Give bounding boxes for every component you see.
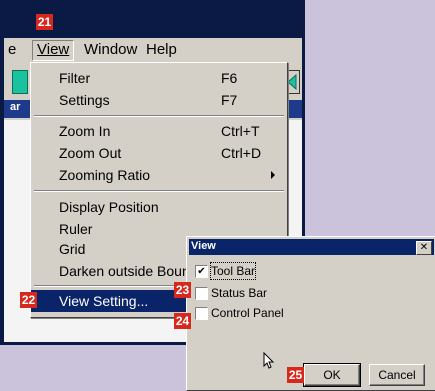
menu-item-zoom-out-label: Zoom Out xyxy=(59,145,122,161)
menu-help[interactable]: Help xyxy=(142,41,181,59)
callout-badge-21: 21 xyxy=(36,14,53,30)
menu-view-label: View xyxy=(37,41,70,58)
option-control-panel-label: Control Panel xyxy=(211,306,284,320)
submenu-arrow-icon xyxy=(271,171,275,179)
close-icon[interactable]: ✕ xyxy=(416,241,432,255)
callout-badge-24: 24 xyxy=(174,313,191,329)
menu-item-view-setting-label: View Setting... xyxy=(59,293,149,309)
menu-separator xyxy=(34,115,284,117)
option-tool-bar-label: Tool Bar xyxy=(209,262,257,280)
menu-item-darken-outside-label: Darken outside Boun xyxy=(59,263,190,279)
menu-item-zoom-out-shortcut: Ctrl+D xyxy=(221,145,262,161)
menu-view[interactable]: View xyxy=(32,40,75,61)
menu-item-zoom-in-label: Zoom In xyxy=(59,123,111,139)
menu-item-display-position-label: Display Position xyxy=(59,199,159,215)
toolbar-tool-icon[interactable] xyxy=(12,70,28,94)
menu-item-grid-label: Grid xyxy=(59,241,86,257)
menu-file-partial[interactable]: e xyxy=(4,41,20,59)
dialog-title: View xyxy=(191,240,216,252)
menu-item-filter[interactable]: Filter F6 xyxy=(31,67,287,89)
mouse-pointer-icon xyxy=(263,352,275,369)
menu-item-zoom-in-shortcut: Ctrl+T xyxy=(221,123,260,139)
menu-window[interactable]: Window xyxy=(80,41,141,59)
ok-button[interactable]: OK xyxy=(303,363,361,387)
menubar: e View Window Help xyxy=(4,38,302,62)
menu-item-zoom-out[interactable]: Zoom Out Ctrl+D xyxy=(31,142,287,164)
callout-badge-25: 25 xyxy=(287,367,304,383)
menu-item-filter-label: Filter xyxy=(59,70,91,86)
option-status-bar-label: Status Bar xyxy=(211,286,268,300)
view-setting-dialog: View ✕ ✔ Tool Bar Status Bar Control Pan… xyxy=(186,236,435,391)
menu-item-settings-label: Settings xyxy=(59,92,110,108)
control-panel-checkbox[interactable] xyxy=(195,307,208,320)
callout-badge-22: 22 xyxy=(20,292,37,308)
check-icon[interactable]: ✔ xyxy=(195,265,208,278)
menu-separator xyxy=(34,190,284,192)
panel-header-label: ar xyxy=(10,101,21,113)
dialog-titlebar: View ✕ xyxy=(189,239,434,255)
menu-item-zooming-ratio[interactable]: Zooming Ratio xyxy=(31,164,287,186)
callout-badge-23: 23 xyxy=(174,282,191,298)
menu-item-zooming-ratio-label: Zooming Ratio xyxy=(59,167,151,183)
menu-item-settings-shortcut: F7 xyxy=(221,92,238,108)
menu-item-filter-shortcut: F6 xyxy=(221,70,238,86)
menu-item-settings[interactable]: Settings F7 xyxy=(31,89,287,111)
status-bar-checkbox[interactable] xyxy=(195,287,208,300)
menu-item-display-position[interactable]: Display Position xyxy=(31,196,287,218)
menu-item-ruler-label: Ruler xyxy=(59,221,93,237)
menu-item-zoom-in[interactable]: Zoom In Ctrl+T xyxy=(31,120,287,142)
cancel-button[interactable]: Cancel xyxy=(369,364,425,386)
